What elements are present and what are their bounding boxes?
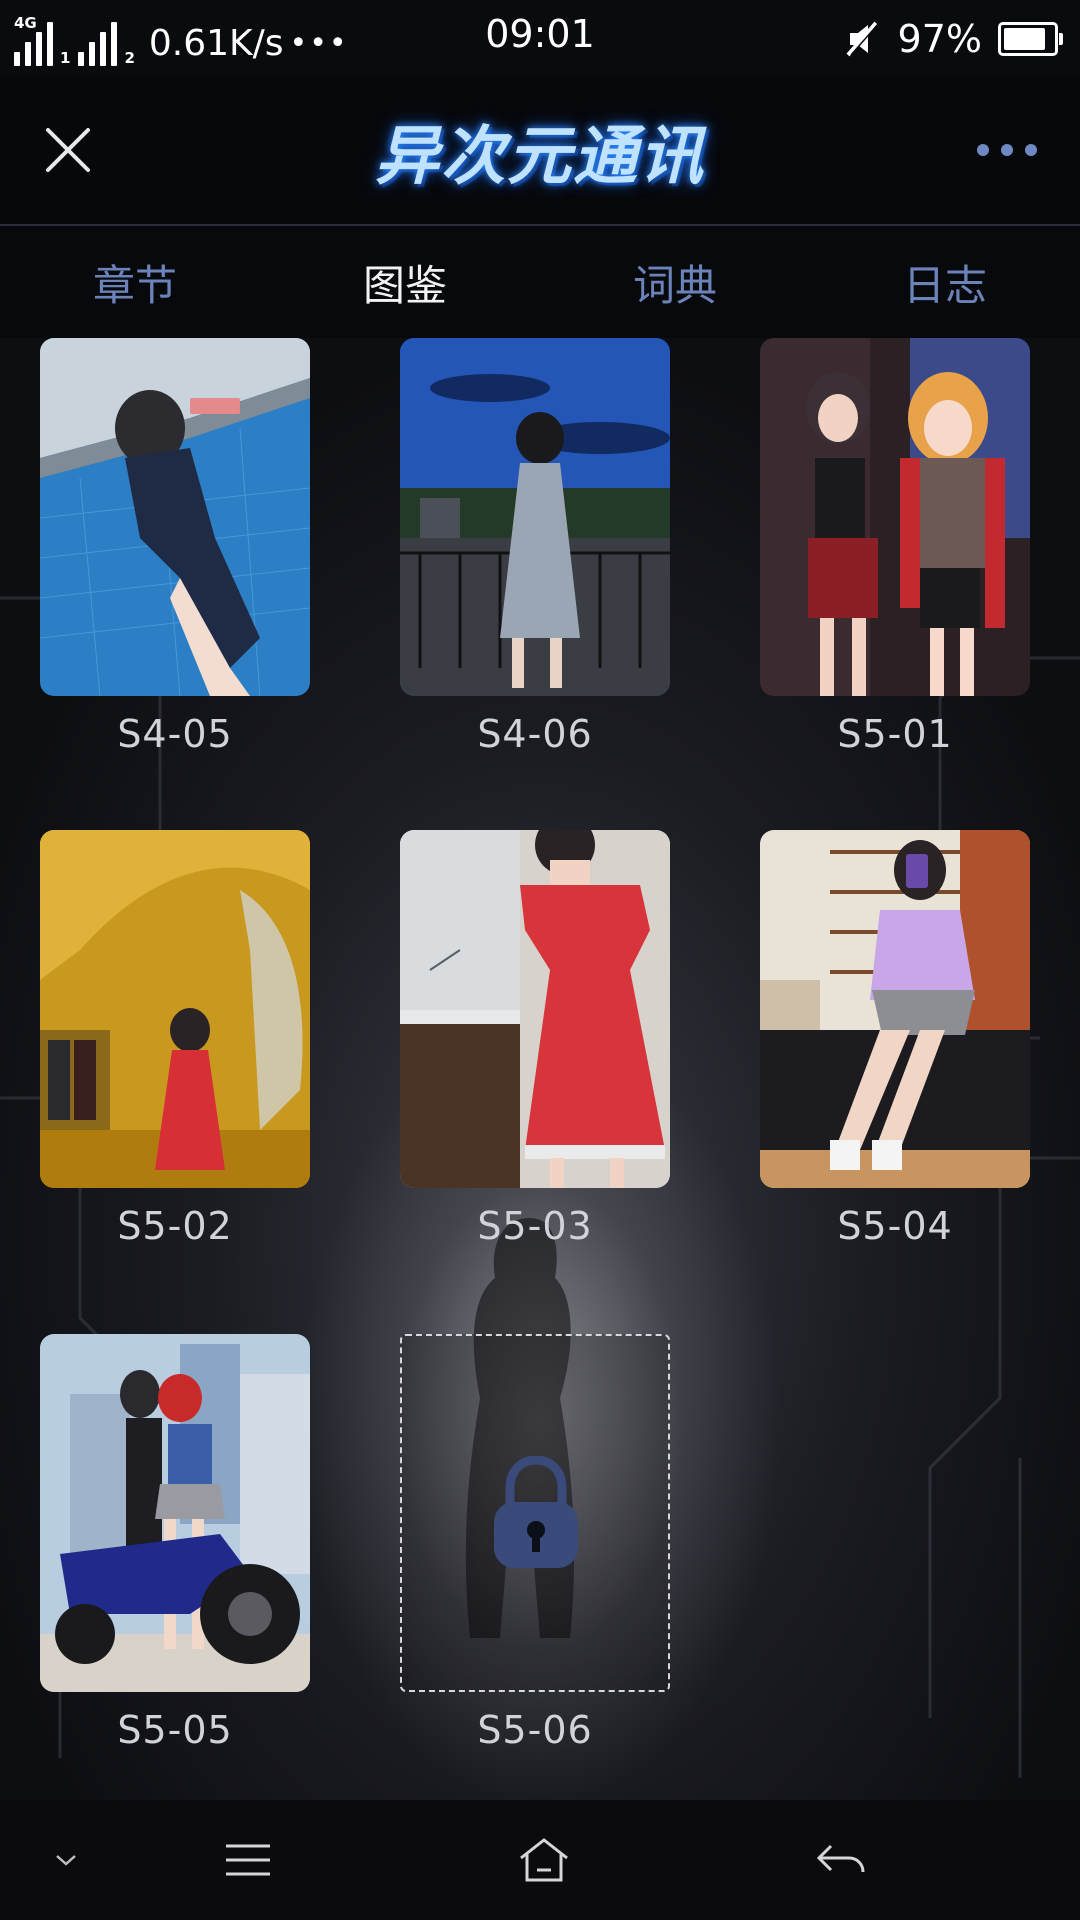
gallery-label: S5-04	[837, 1204, 953, 1248]
collapse-button[interactable]	[16, 1824, 116, 1896]
gallery-card: S4-06	[400, 338, 670, 756]
battery-percent: 97%	[897, 17, 982, 61]
back-button[interactable]	[790, 1824, 890, 1896]
tab-bar: 章节 图鉴 词典 日志	[0, 226, 1080, 338]
gallery-thumbnail[interactable]	[400, 830, 670, 1188]
more-button[interactable]	[970, 132, 1044, 168]
chevron-down-icon	[56, 1855, 76, 1866]
status-right: 97%	[842, 14, 1063, 64]
cinema-scene-image	[40, 830, 310, 1188]
balcony-scene-image	[400, 338, 670, 696]
tab-gallery[interactable]: 图鉴	[270, 226, 540, 338]
gallery-grid[interactable]: S4-05 S4-06 S5-01 S5-02 S5-03 S5-04 S5-0…	[0, 338, 1080, 1800]
tab-chapters[interactable]: 章节	[0, 226, 270, 338]
menu-button[interactable]	[198, 1824, 298, 1896]
gallery-card: S5-05	[40, 1334, 310, 1752]
gallery-thumbnail[interactable]	[40, 830, 310, 1188]
back-icon	[816, 1844, 865, 1873]
gallery-card: S5-04	[760, 830, 1030, 1248]
close-button[interactable]	[38, 120, 98, 180]
mute-icon	[846, 21, 880, 57]
gallery-label: S5-03	[477, 1204, 593, 1248]
logo-text: 异次元通讯	[375, 120, 705, 194]
shoe-store-scene-image	[760, 830, 1030, 1188]
gallery-thumbnail[interactable]	[40, 1334, 310, 1692]
more-icon-dot	[977, 144, 989, 156]
gallery-label: S5-05	[117, 1708, 233, 1752]
close-icon	[46, 128, 90, 172]
motorcycle-scene-image	[40, 1334, 310, 1692]
gallery-thumbnail[interactable]	[400, 338, 670, 696]
red-dress-scene-image	[400, 830, 670, 1188]
gallery-thumbnail[interactable]	[760, 830, 1030, 1188]
tab-log[interactable]: 日志	[810, 226, 1080, 338]
gallery-card: S4-05	[40, 338, 310, 756]
app-header: 异次元通讯	[0, 76, 1080, 226]
battery-fill	[1004, 28, 1045, 50]
status-bar: 4G 1 2 0.61K/s ••• 09:01 97%	[0, 0, 1080, 76]
gallery-label: S5-01	[837, 712, 953, 756]
battery-icon	[998, 22, 1063, 56]
lock-icon	[494, 1456, 578, 1568]
pool-scene-image	[40, 338, 310, 696]
gallery-card: S5-03	[400, 830, 670, 1248]
more-icon-dot	[1025, 144, 1037, 156]
menu-icon	[226, 1844, 270, 1876]
gallery-label: S4-06	[477, 712, 593, 756]
app-screen: 4G 1 2 0.61K/s ••• 09:01 97% 异次元通讯 章节 图鉴…	[0, 0, 1080, 1920]
tab-dictionary[interactable]: 词典	[540, 226, 810, 338]
more-icon-dot	[1001, 144, 1013, 156]
gallery-card: S5-01	[760, 338, 1030, 756]
home-icon	[520, 1838, 568, 1882]
gallery-label: S5-02	[117, 1204, 233, 1248]
gallery-label: S5-06	[477, 1708, 593, 1752]
gallery-label: S4-05	[117, 712, 233, 756]
gallery-thumbnail[interactable]	[760, 338, 1030, 696]
system-nav-bar	[0, 1800, 1080, 1920]
home-button[interactable]	[494, 1824, 594, 1896]
gallery-thumbnail[interactable]	[40, 338, 310, 696]
two-girls-scene-image	[760, 338, 1030, 696]
gallery-card: S5-02	[40, 830, 310, 1248]
locked-thumbnail[interactable]	[400, 1334, 670, 1692]
app-logo: 异次元通讯	[350, 96, 730, 206]
gallery-card: S5-06	[400, 1334, 670, 1752]
